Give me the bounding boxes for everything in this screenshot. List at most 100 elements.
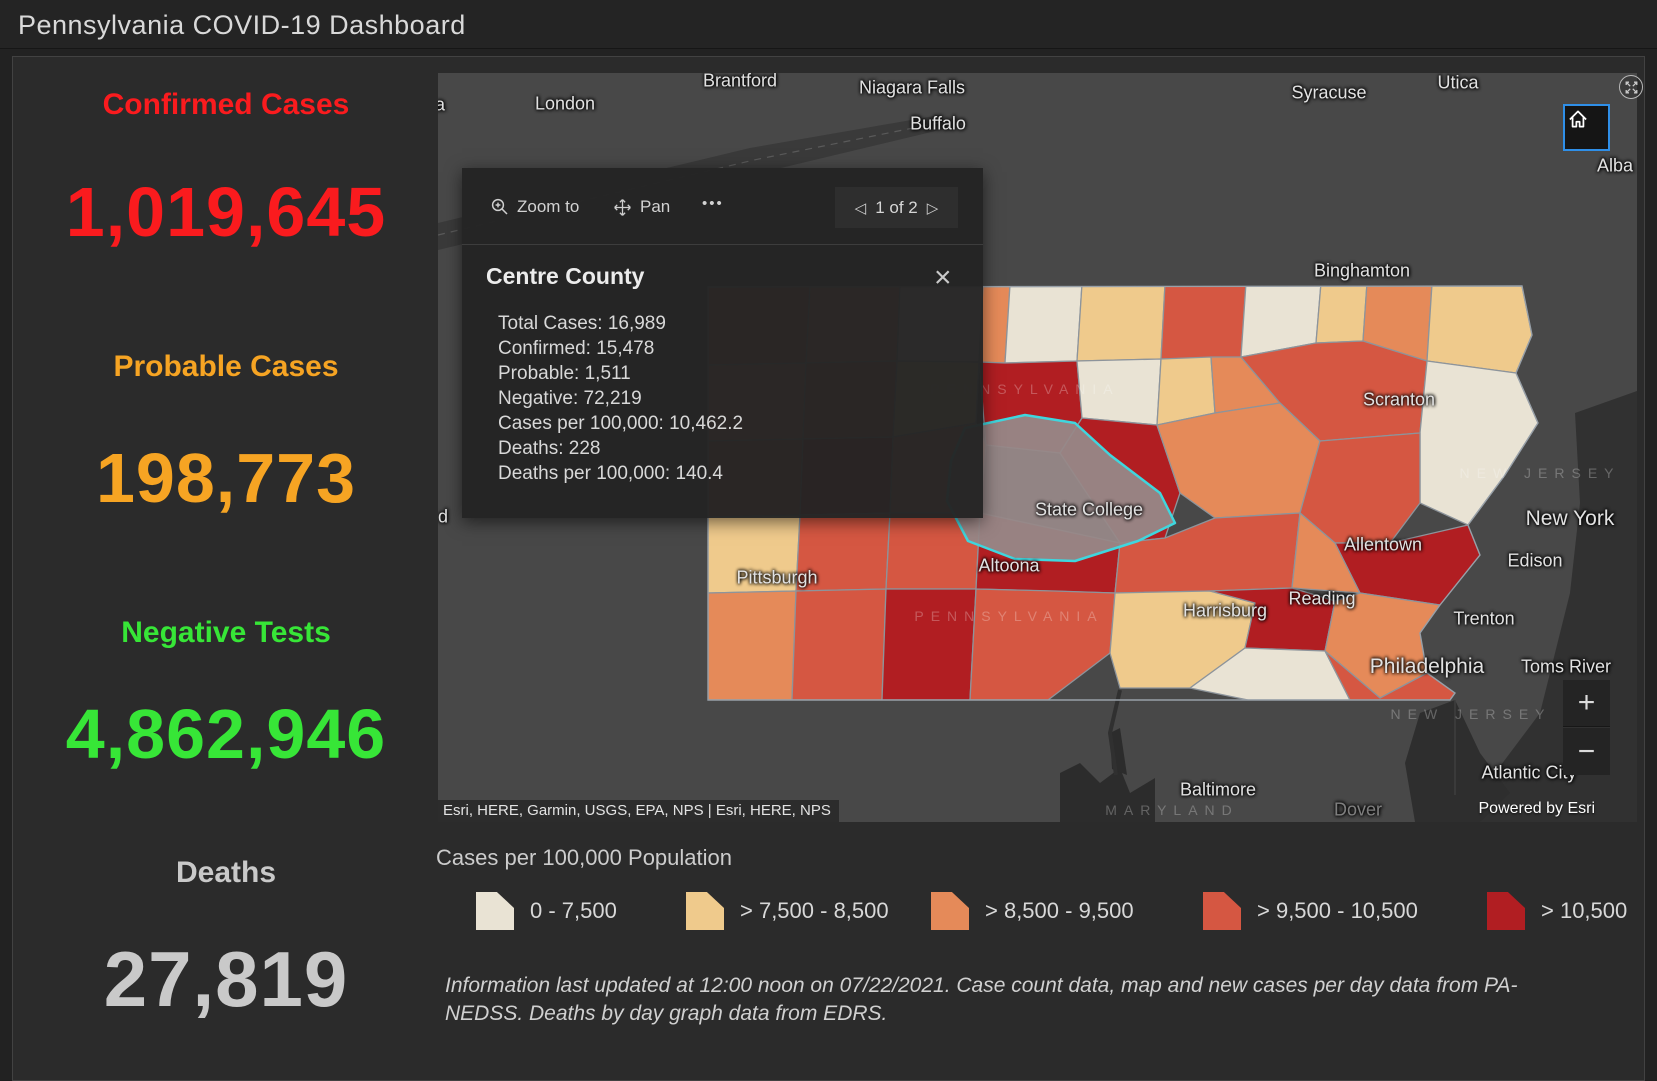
legend-item: > 9,500 - 10,500: [1203, 891, 1418, 931]
map-city-label: d: [438, 506, 449, 527]
legend-swatch: [1203, 892, 1241, 930]
map-city-label: Syracuse: [1291, 82, 1367, 103]
map-city-label: Harrisburg: [1182, 600, 1268, 621]
county-shape[interactable]: [969, 588, 1116, 700]
magnifier-plus-icon: [491, 198, 508, 215]
app-header: Pennsylvania COVID-19 Dashboard: [0, 0, 1657, 49]
dashboard: Pennsylvania COVID-19 Dashboard Confirme…: [0, 0, 1657, 1081]
popup-fields: Total Cases: 16,989 Confirmed: 15,478 Prob…: [498, 311, 743, 486]
popup-field: Total Cases: 16,989: [498, 313, 666, 334]
map-city-label: Alba: [1596, 155, 1634, 176]
map-attribution: Esri, HERE, Garmin, USGS, EPA, NPS | Esr…: [438, 800, 839, 822]
map-city-label: Scranton: [1362, 389, 1436, 410]
map-popup: Zoom to Pan ••• ◁ 1 of 2 ▷ Centre County…: [462, 168, 983, 518]
ellipsis-icon: •••: [702, 194, 724, 212]
legend-item: > 7,500 - 8,500: [686, 891, 889, 931]
map-city-label: Reading: [1288, 588, 1356, 609]
map-city-label: Allentown: [1343, 534, 1423, 555]
county-shape[interactable]: [791, 588, 887, 700]
popup-field: Deaths per 100,000: 140.4: [498, 463, 724, 484]
county-shape[interactable]: [1156, 402, 1321, 519]
zoom-to-button[interactable]: Zoom to: [490, 192, 579, 222]
footer-note: Information last updated at 12:00 noon o…: [445, 974, 1518, 1025]
pan-button[interactable]: Pan: [612, 192, 670, 222]
county-shape[interactable]: [1004, 284, 1083, 364]
zoom-out-button[interactable]: −: [1563, 728, 1610, 775]
map-city-label: New York: [1525, 507, 1615, 530]
map-region-label: NEW JERSEY: [1459, 465, 1621, 481]
map-city-label: London: [534, 93, 596, 114]
map-city-label: Baltimore: [1179, 779, 1257, 800]
county-shape[interactable]: [1419, 360, 1538, 526]
map-region-label: MARYLAND: [1105, 802, 1239, 818]
map-city-label: Philadelphia: [1369, 655, 1485, 678]
pan-icon: [614, 198, 631, 216]
legend-label: 0 - 7,500: [530, 898, 617, 923]
popup-field: Probable: 1,511: [498, 363, 631, 384]
county-shape[interactable]: [881, 588, 977, 700]
map-city-label: Utica: [1437, 73, 1479, 93]
next-feature-button[interactable]: ▷: [927, 199, 939, 217]
deaths-value: 27,819: [103, 935, 349, 1023]
popup-title: Centre County: [486, 263, 645, 289]
county-shape[interactable]: [1315, 283, 1368, 344]
legend-label: > 9,500 - 10,500: [1257, 898, 1418, 923]
map-city-label: Trenton: [1453, 608, 1515, 629]
plus-icon: +: [1577, 686, 1596, 719]
map-city-label: Niagara Falls: [858, 77, 966, 98]
legend-item: > 8,500 - 9,500: [931, 891, 1134, 931]
negative-tests-label: Negative Tests: [121, 616, 331, 649]
probable-cases-label: Probable Cases: [113, 350, 339, 383]
more-options-button[interactable]: •••: [702, 188, 724, 218]
map-city-label: Dover: [1333, 799, 1383, 820]
home-icon: [1569, 110, 1587, 128]
county-shape[interactable]: [1426, 284, 1533, 374]
popup-toolbar: Zoom to Pan ••• ◁ 1 of 2 ▷: [462, 168, 983, 245]
legend-label: > 10,500: [1541, 898, 1628, 923]
legend-item: > 10,500: [1487, 891, 1627, 931]
powered-by-esri-link[interactable]: Powered by Esri: [1479, 800, 1596, 818]
legend-swatch: [686, 892, 724, 930]
legend-label: > 7,500 - 8,500: [740, 898, 889, 923]
map-region-label: PENNSYLVANIA: [914, 608, 1104, 624]
popup-field: Cases per 100,000: 10,462.2: [498, 413, 744, 434]
map-city-label: Buffalo: [910, 113, 966, 134]
pagination-label: 1 of 2: [875, 197, 918, 217]
legend-swatch: [1487, 892, 1525, 930]
legend-label: > 8,500 - 9,500: [985, 898, 1134, 923]
pan-label: Pan: [640, 197, 671, 216]
confirmed-cases-value: 1,019,645: [65, 173, 387, 251]
map-city-label: Brantford: [702, 73, 778, 91]
app-title: Pennsylvania COVID-19 Dashboard: [18, 10, 466, 40]
minus-icon: −: [1577, 734, 1596, 768]
close-icon[interactable]: ×: [934, 263, 952, 293]
map-city-label: a: [438, 94, 446, 115]
map-city-label: Altoona: [978, 555, 1040, 576]
previous-feature-button[interactable]: ◁: [855, 199, 867, 217]
county-shape[interactable]: [1076, 284, 1166, 362]
zoom-to-label: Zoom to: [517, 197, 580, 216]
popup-field: Confirmed: 15,478: [498, 338, 655, 359]
map-city-label: State College: [1034, 499, 1144, 520]
legend-swatch: [931, 892, 969, 930]
fullscreen-button[interactable]: [1619, 75, 1643, 99]
map-city-label: Edison: [1507, 550, 1563, 571]
map-region-label: NEW JERSEY: [1390, 706, 1552, 722]
legend-title: Cases per 100,000 Population: [436, 845, 732, 870]
county-shape[interactable]: [708, 590, 797, 700]
county-shape[interactable]: [1299, 432, 1421, 544]
popup-field: Negative: 72,219: [498, 388, 642, 409]
county-shape[interactable]: [1160, 283, 1247, 360]
expand-icon: [1625, 81, 1637, 93]
map-city-label: Binghamton: [1313, 260, 1411, 281]
confirmed-cases-label: Confirmed Cases: [102, 88, 350, 121]
home-button[interactable]: [1563, 104, 1610, 151]
map-city-label: Pittsburgh: [736, 567, 818, 588]
popup-pagination: ◁ 1 of 2 ▷: [835, 187, 958, 228]
zoom-in-button[interactable]: +: [1563, 680, 1610, 727]
legend-item: 0 - 7,500: [476, 891, 617, 931]
popup-field: Deaths: 228: [498, 438, 601, 459]
legend-swatch: [476, 892, 514, 930]
map-city-label: Toms River: [1520, 656, 1612, 677]
negative-tests-value: 4,862,946: [65, 695, 387, 773]
